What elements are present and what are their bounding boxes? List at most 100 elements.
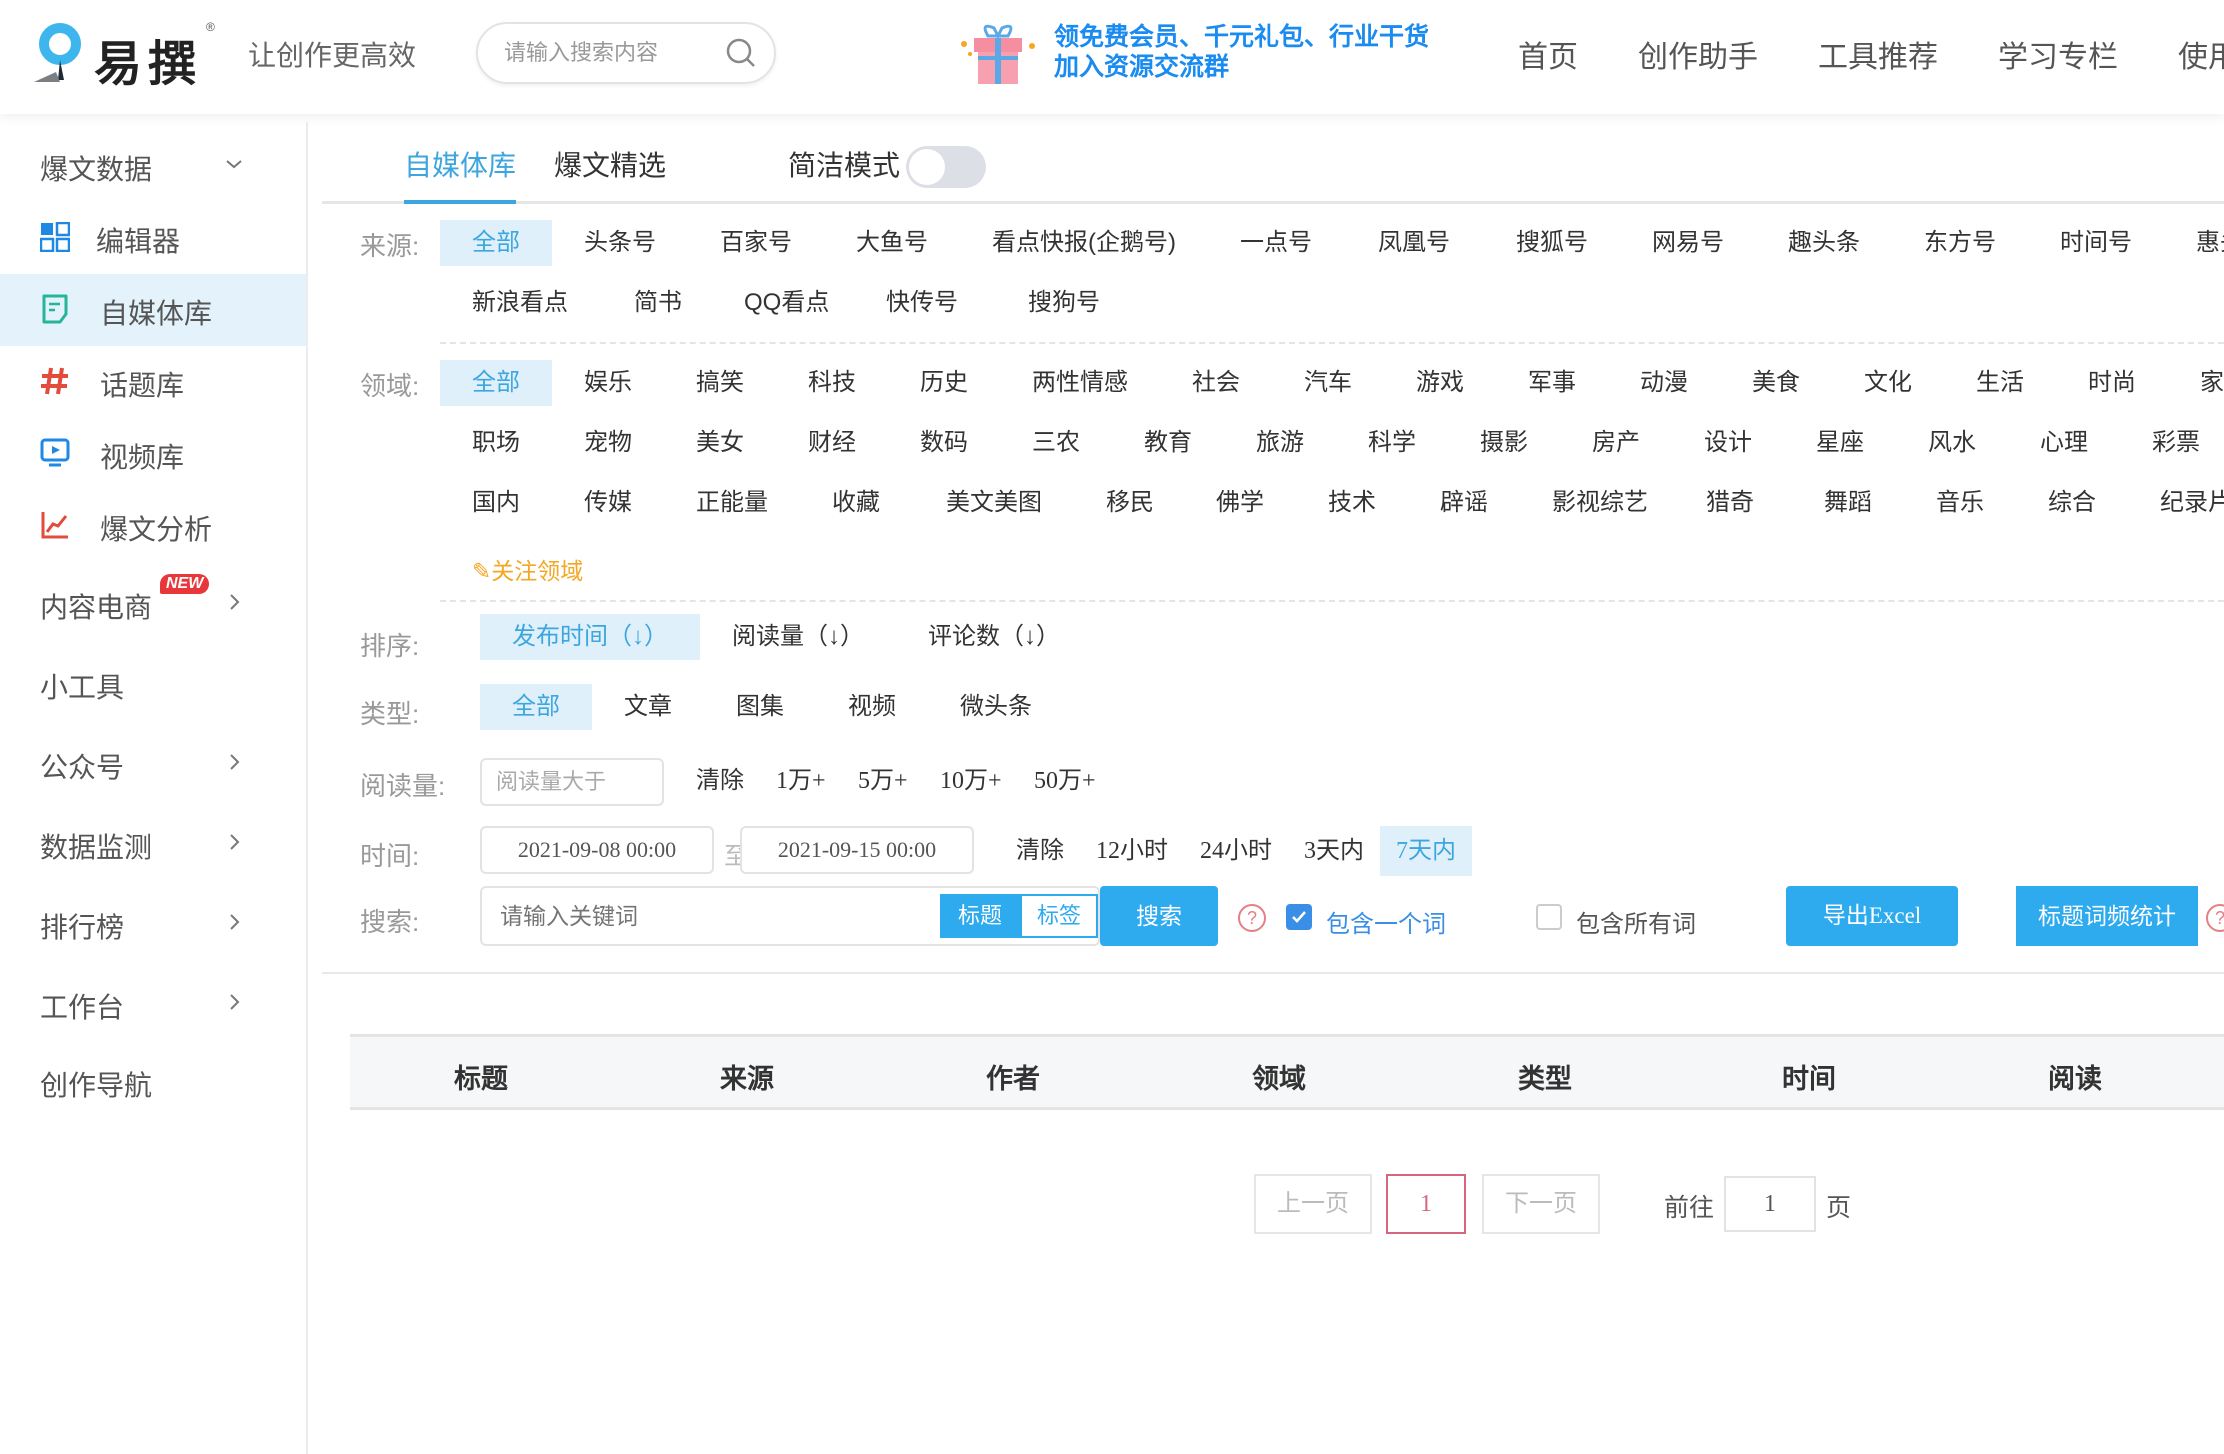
help-icon[interactable]: ?	[2206, 904, 2224, 932]
source-option[interactable]: 百家号	[704, 220, 808, 266]
source-option[interactable]: 惠头	[2180, 220, 2224, 266]
domain-option[interactable]: 设计	[1688, 420, 1768, 466]
tab-viral-picks[interactable]: 爆文精选	[554, 144, 666, 184]
domain-option[interactable]: 财经	[792, 420, 872, 466]
column-author[interactable]: 作者	[986, 1057, 1040, 1096]
domain-option[interactable]: 宠物	[568, 420, 648, 466]
start-date-input[interactable]	[480, 826, 714, 874]
reads-50k[interactable]: 5万+	[842, 758, 924, 804]
time-7days[interactable]: 7天内	[1380, 826, 1472, 876]
reads-500k[interactable]: 50万+	[1018, 758, 1112, 804]
domain-option[interactable]: 风水	[1912, 420, 1992, 466]
sidebar-item-editor[interactable]: 编辑器	[0, 202, 306, 274]
source-option[interactable]: 网易号	[1636, 220, 1740, 266]
domain-option[interactable]: 佛学	[1200, 480, 1280, 526]
column-time[interactable]: 时间	[1782, 1057, 1836, 1096]
domain-option[interactable]: 影视综艺	[1536, 480, 1664, 526]
domain-option[interactable]: 摄影	[1464, 420, 1544, 466]
source-option[interactable]: 东方号	[1908, 220, 2012, 266]
reads-clear[interactable]: 清除	[680, 758, 760, 804]
domain-option[interactable]: 科技	[792, 360, 872, 406]
domain-option[interactable]: 全部	[440, 360, 552, 406]
domain-option[interactable]: 三农	[1016, 420, 1096, 466]
header-search-input[interactable]	[504, 38, 704, 68]
domain-option[interactable]: 技术	[1312, 480, 1392, 526]
type-all[interactable]: 全部	[480, 684, 592, 730]
nav-tool-recommend[interactable]: 工具推荐	[1818, 32, 1938, 76]
min-reads-input[interactable]	[480, 758, 664, 806]
domain-option[interactable]: 房产	[1576, 420, 1656, 466]
goto-page-input[interactable]	[1724, 1176, 1816, 1232]
sidebar-item-media-library[interactable]: 自媒体库	[0, 274, 306, 346]
domain-option[interactable]: 辟谣	[1424, 480, 1504, 526]
domain-option[interactable]: 猎奇	[1690, 480, 1770, 526]
domain-option[interactable]: 数码	[904, 420, 984, 466]
source-option[interactable]: 头条号	[568, 220, 672, 266]
nav-usage[interactable]: 使用	[2178, 32, 2224, 76]
reads-10k[interactable]: 1万+	[760, 758, 842, 804]
sidebar-group-rankings[interactable]: 排行榜	[0, 888, 306, 960]
domain-option[interactable]: 娱乐	[568, 360, 648, 406]
sidebar-item-viral-analysis[interactable]: 爆文分析	[0, 490, 306, 562]
column-type[interactable]: 类型	[1518, 1057, 1572, 1096]
domain-option[interactable]: 科学	[1352, 420, 1432, 466]
column-source[interactable]: 来源	[720, 1057, 774, 1096]
prev-page-button[interactable]: 上一页	[1254, 1174, 1372, 1234]
column-domain[interactable]: 领域	[1252, 1057, 1306, 1096]
type-gallery[interactable]: 图集	[720, 684, 800, 730]
domain-option[interactable]: 美食	[1736, 360, 1816, 406]
reads-100k[interactable]: 10万+	[924, 758, 1018, 804]
match-all-checkbox[interactable]	[1536, 904, 1562, 930]
source-option[interactable]: 大鱼号	[840, 220, 944, 266]
source-option[interactable]: 全部	[440, 220, 552, 266]
source-option[interactable]: 趣头条	[1772, 220, 1876, 266]
domain-option[interactable]: 汽车	[1288, 360, 1368, 406]
domain-option[interactable]: 文化	[1848, 360, 1928, 406]
domain-option[interactable]: 时尚	[2072, 360, 2152, 406]
source-option[interactable]: 凤凰号	[1362, 220, 1466, 266]
tab-media-library[interactable]: 自媒体库	[404, 144, 516, 184]
current-page[interactable]: 1	[1386, 1174, 1466, 1234]
sidebar-group-workbench[interactable]: 工作台	[0, 968, 306, 1040]
sidebar-group-ecommerce[interactable]: 内容电商 NEW	[0, 568, 306, 640]
scope-tag-option[interactable]: 标签	[1020, 894, 1098, 938]
end-date-input[interactable]	[740, 826, 974, 874]
sidebar-item-topic-library[interactable]: 话题库	[0, 346, 306, 418]
domain-option[interactable]: 移民	[1090, 480, 1170, 526]
domain-option[interactable]: 历史	[904, 360, 984, 406]
source-option[interactable]: 看点快报(企鹅号)	[976, 220, 1192, 266]
match-all-label[interactable]: 包含所有词	[1576, 904, 1696, 939]
domain-option[interactable]: 家	[2184, 360, 2224, 406]
source-option[interactable]: 时间号	[2044, 220, 2148, 266]
sidebar-group-tools[interactable]: 小工具	[0, 648, 306, 720]
domain-option[interactable]: 美女	[680, 420, 760, 466]
source-option[interactable]: 搜狐号	[1500, 220, 1604, 266]
domain-option[interactable]: 动漫	[1624, 360, 1704, 406]
source-option[interactable]: 一点号	[1224, 220, 1328, 266]
domain-option[interactable]: 舞蹈	[1808, 480, 1888, 526]
help-icon[interactable]: ?	[1238, 904, 1266, 932]
follow-domain-button[interactable]: ✎关注领域	[472, 552, 583, 586]
scope-title-option[interactable]: 标题	[940, 894, 1020, 938]
domain-option[interactable]: 正能量	[680, 480, 784, 526]
domain-option[interactable]: 星座	[1800, 420, 1880, 466]
domain-option[interactable]: 教育	[1128, 420, 1208, 466]
time-12h[interactable]: 12小时	[1080, 828, 1184, 874]
sidebar-item-video-library[interactable]: 视频库	[0, 418, 306, 490]
source-option[interactable]: 简书	[618, 280, 698, 326]
domain-option[interactable]: 美文美图	[930, 480, 1058, 526]
match-one-label[interactable]: 包含一个词	[1326, 904, 1446, 939]
column-reads[interactable]: 阅读	[2048, 1057, 2102, 1096]
domain-option[interactable]: 旅游	[1240, 420, 1320, 466]
domain-option[interactable]: 纪录片	[2144, 480, 2224, 526]
type-article[interactable]: 文章	[608, 684, 688, 730]
sort-reads[interactable]: 阅读量（↓）	[716, 614, 880, 660]
domain-option[interactable]: 职场	[456, 420, 536, 466]
domain-option[interactable]: 彩票	[2136, 420, 2216, 466]
time-clear[interactable]: 清除	[1000, 828, 1080, 874]
title-wordfreq-button[interactable]: 标题词频统计	[2016, 886, 2198, 946]
match-one-checkbox[interactable]	[1286, 904, 1312, 930]
source-option[interactable]: 新浪看点	[456, 280, 584, 326]
domain-option[interactable]: 国内	[456, 480, 536, 526]
sidebar-group-official-account[interactable]: 公众号	[0, 728, 306, 800]
